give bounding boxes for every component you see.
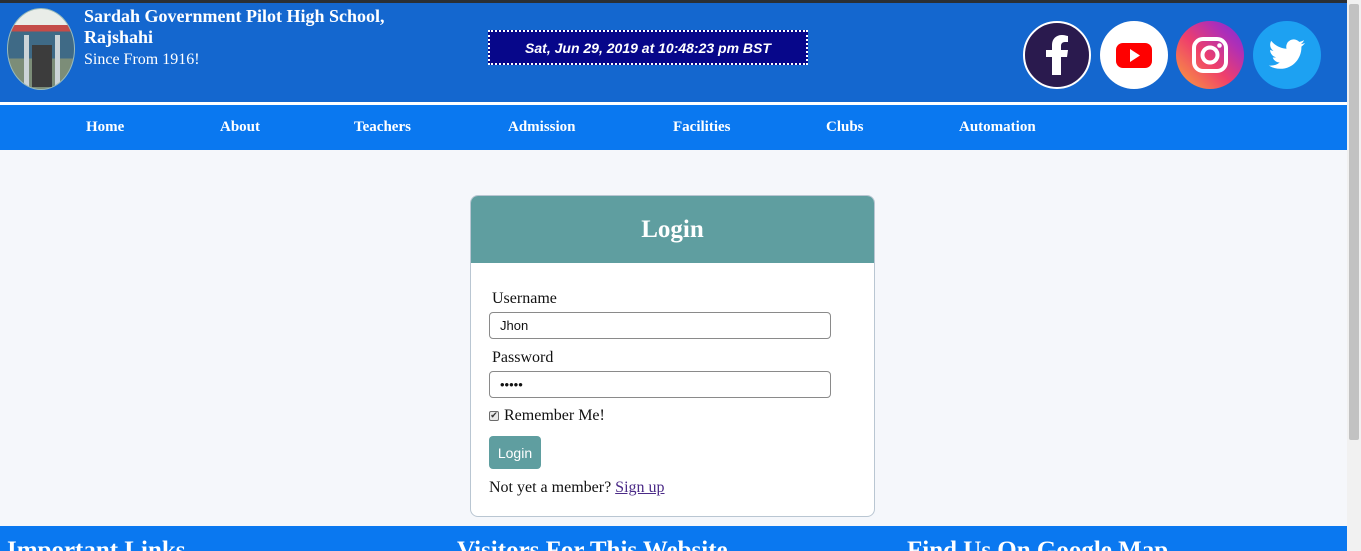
important-links-heading: Important Links bbox=[7, 537, 186, 551]
nav-facilities[interactable]: Facilities bbox=[673, 119, 730, 136]
visitors-heading: Visitors For This Website bbox=[457, 537, 728, 551]
username-label: Username bbox=[492, 290, 557, 307]
nav-teachers[interactable]: Teachers bbox=[354, 119, 411, 136]
nav-about[interactable]: About bbox=[220, 119, 260, 136]
page-scrollbar[interactable] bbox=[1347, 0, 1361, 551]
nav-clubs[interactable]: Clubs bbox=[826, 119, 864, 136]
school-name: Sardah Government Pilot High School, Raj… bbox=[84, 6, 385, 47]
nav-admission[interactable]: Admission bbox=[508, 119, 576, 136]
footer: Important Links Visitors For This Websit… bbox=[0, 526, 1347, 551]
member-text: Not yet a member? bbox=[489, 479, 612, 496]
datetime-display: Sat, Jun 29, 2019 at 10:48:23 pm BST bbox=[488, 30, 808, 65]
twitter-icon[interactable] bbox=[1253, 21, 1321, 89]
scrollbar-thumb[interactable] bbox=[1349, 4, 1359, 440]
youtube-icon[interactable] bbox=[1100, 21, 1168, 89]
facebook-icon[interactable] bbox=[1023, 21, 1091, 89]
main-nav: Home About Teachers Admission Facilities… bbox=[0, 105, 1347, 150]
login-card: Login Username Password ✔ Remember Me! L… bbox=[470, 195, 875, 517]
login-button[interactable]: Login bbox=[489, 436, 541, 469]
remember-checkbox[interactable]: ✔ bbox=[489, 411, 499, 421]
signup-prompt: Not yet a member? Sign up bbox=[489, 479, 665, 497]
nav-automation[interactable]: Automation bbox=[959, 119, 1036, 136]
password-field[interactable] bbox=[489, 371, 831, 398]
login-title: Login bbox=[471, 196, 874, 263]
since-text: Since From 1916! bbox=[84, 51, 200, 68]
instagram-icon[interactable] bbox=[1176, 21, 1244, 89]
school-logo[interactable] bbox=[7, 8, 75, 90]
signup-link[interactable]: Sign up bbox=[615, 479, 664, 496]
username-field[interactable] bbox=[489, 312, 831, 339]
site-header: Sardah Government Pilot High School, Raj… bbox=[0, 3, 1347, 102]
remember-label: Remember Me! bbox=[504, 407, 605, 424]
remember-me: ✔ Remember Me! bbox=[489, 407, 605, 425]
password-label: Password bbox=[492, 349, 554, 366]
map-heading: Find Us On Google Map bbox=[907, 537, 1169, 551]
nav-home[interactable]: Home bbox=[86, 119, 124, 136]
